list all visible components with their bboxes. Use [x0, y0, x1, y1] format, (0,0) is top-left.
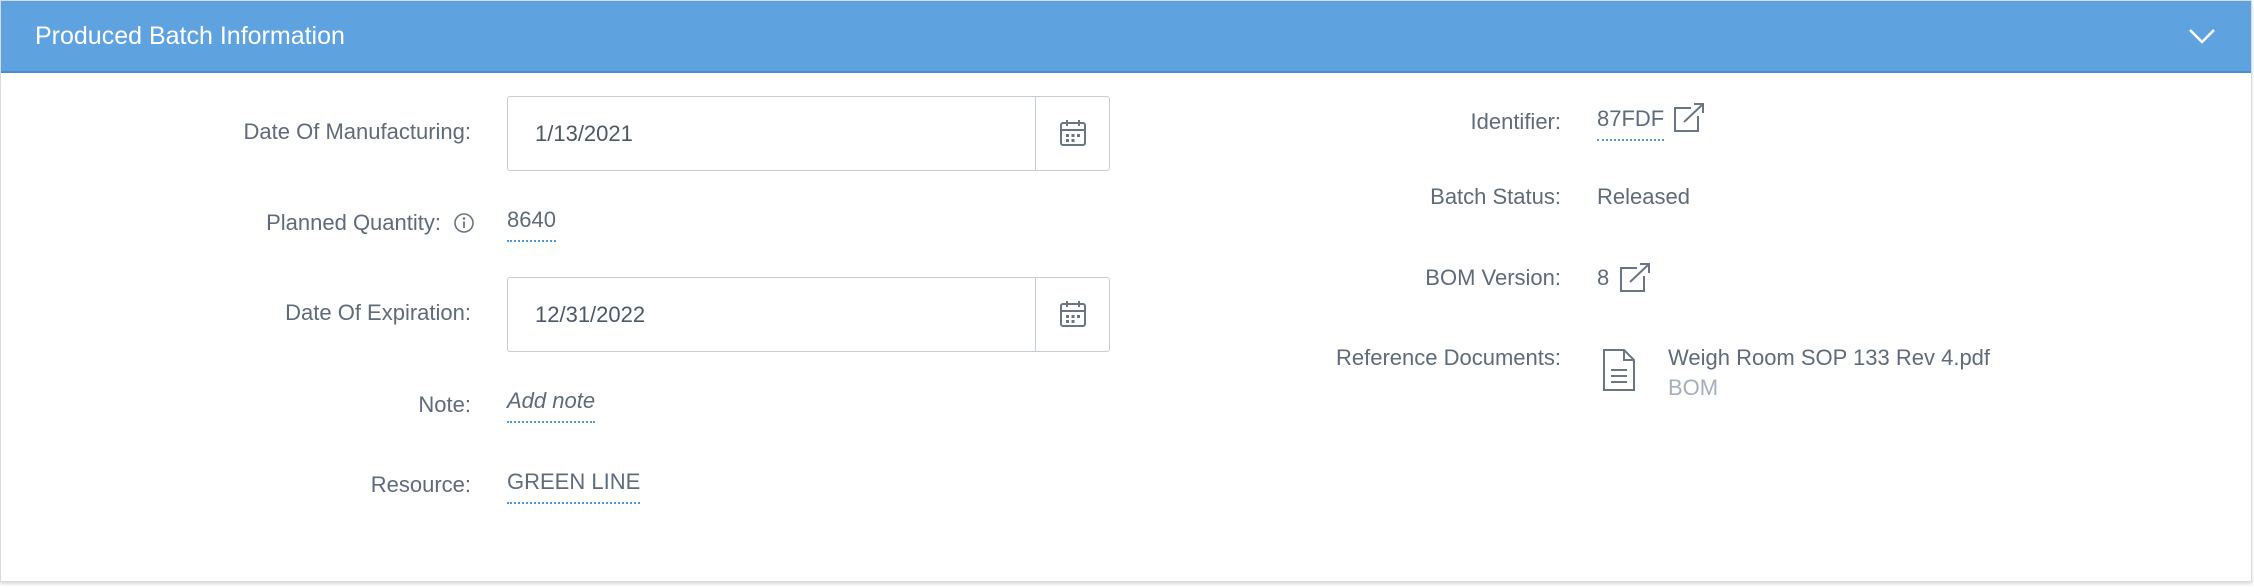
date-of-expiration-label: Date Of Expiration: [285, 300, 471, 325]
produced-batch-panel: Produced Batch Information Date Of Manuf… [0, 0, 2252, 582]
panel-title: Produced Batch Information [35, 22, 345, 50]
chevron-down-icon[interactable] [2187, 23, 2217, 49]
external-link-icon[interactable] [1617, 262, 1651, 299]
date-of-manufacturing-input[interactable] [508, 97, 1035, 170]
external-link-icon[interactable] [1671, 102, 1705, 139]
bom-version-label: BOM Version: [1425, 265, 1561, 290]
date-of-manufacturing-picker-button[interactable] [1035, 97, 1109, 170]
planned-quantity-label: Planned Quantity: [266, 210, 441, 235]
document-icon[interactable] [1601, 347, 1637, 398]
date-of-expiration-field [507, 277, 1110, 352]
bom-version-value: 8 [1597, 265, 1610, 290]
date-of-expiration-picker-button[interactable] [1035, 278, 1109, 351]
info-icon[interactable] [453, 212, 475, 239]
panel-header[interactable]: Produced Batch Information [1, 1, 2251, 73]
note-label: Note: [418, 392, 471, 417]
date-of-expiration-input[interactable] [508, 278, 1035, 351]
add-note-link[interactable]: Add note [507, 387, 596, 423]
batch-status-value: Released [1597, 184, 1690, 209]
reference-documents-label: Reference Documents: [1336, 345, 1561, 370]
reference-document-type: BOM [1668, 375, 1719, 400]
identifier-label: Identifier: [1470, 109, 1562, 134]
reference-document-name[interactable]: Weigh Room SOP 133 Rev 4.pdf [1668, 344, 1990, 372]
identifier-value[interactable]: 87FDF [1597, 105, 1665, 141]
date-of-manufacturing-label: Date Of Manufacturing: [243, 119, 471, 144]
resource-label: Resource: [370, 472, 471, 497]
planned-quantity-value[interactable]: 8640 [507, 206, 556, 242]
date-of-manufacturing-field [507, 96, 1110, 171]
batch-status-label: Batch Status: [1430, 184, 1561, 209]
resource-value[interactable]: GREEN LINE [507, 468, 641, 504]
